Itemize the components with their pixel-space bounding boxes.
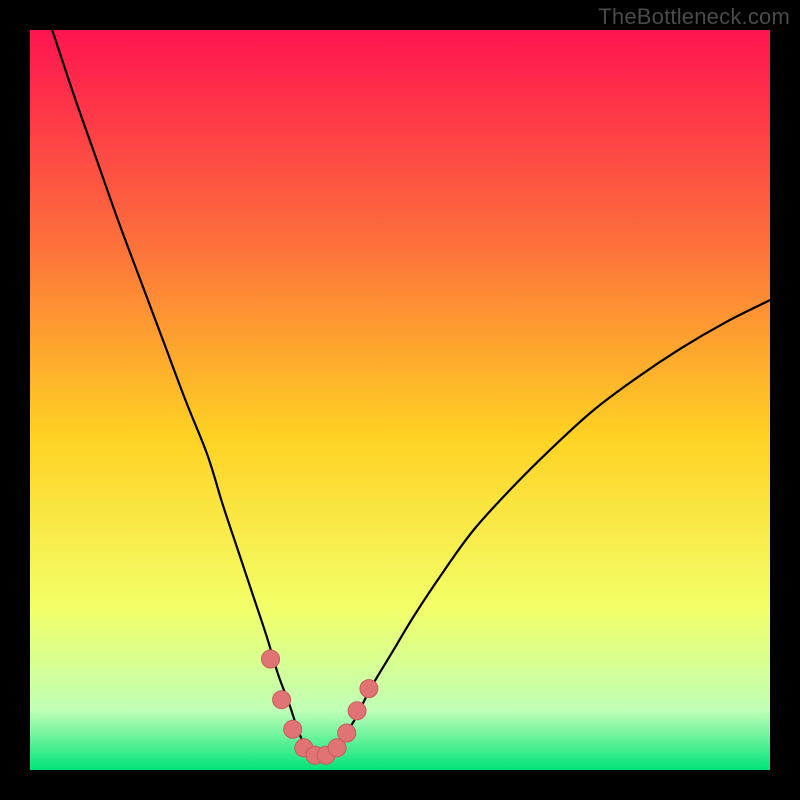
marker-point — [273, 691, 291, 709]
marker-point — [262, 650, 280, 668]
marker-point — [360, 680, 378, 698]
marker-point — [348, 702, 366, 720]
chart-outer-frame: TheBottleneck.com — [0, 0, 800, 800]
marker-point — [284, 720, 302, 738]
plot-svg — [30, 30, 770, 770]
watermark-label: TheBottleneck.com — [598, 4, 790, 30]
marker-point — [338, 724, 356, 742]
gradient-background — [30, 30, 770, 770]
plot-area — [30, 30, 770, 770]
